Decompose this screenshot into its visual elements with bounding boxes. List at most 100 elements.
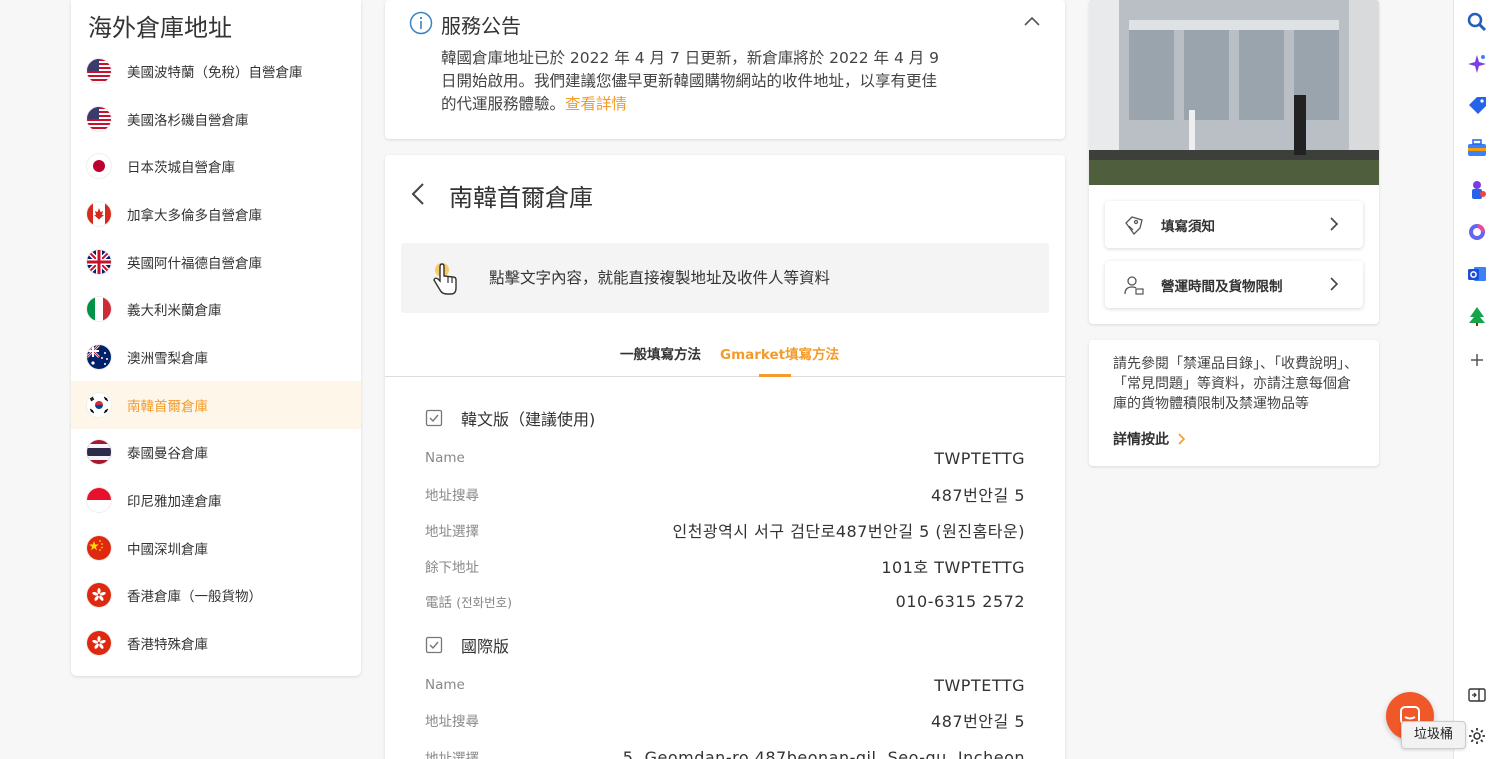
row-value[interactable]: TWPTETTG — [934, 676, 1025, 695]
us-flag-icon — [87, 106, 111, 131]
row-label: 地址搜尋 — [425, 488, 479, 504]
row-value[interactable]: 5, Geomdan-ro 487beonan-gil, Seo-gu, Inc… — [623, 748, 1025, 759]
tab-general-method[interactable]: 一般填寫方法 — [620, 343, 701, 363]
warehouse-title: 南韓首爾倉庫 — [449, 184, 593, 212]
warehouse-photo — [1089, 0, 1379, 185]
australia-flag-icon — [87, 344, 111, 369]
thailand-flag-icon — [87, 440, 111, 465]
address-row-name[interactable]: Name TWPTETTG — [425, 446, 1025, 470]
row-value[interactable]: TWPTETTG — [934, 449, 1025, 468]
tag-icon — [1125, 215, 1143, 235]
back-arrow-icon[interactable] — [407, 181, 429, 207]
fill-method-tabs: 一般填寫方法 Gmarket填寫方法 — [385, 341, 1065, 377]
phone-label-note: (전화번호) — [456, 595, 513, 610]
chevron-right-icon — [1330, 277, 1339, 291]
service-notice: 服務公告 韓國倉庫地址已於 2022 年 4 月 7 日更新，新倉庫將於 202… — [385, 0, 1065, 139]
korea-flag-icon — [87, 392, 111, 417]
intl-row-search[interactable]: 地址搜尋 487번안길 5 — [425, 708, 1025, 732]
tree-icon[interactable] — [1466, 305, 1488, 327]
warehouse-label: 南韓首爾倉庫 — [127, 398, 208, 415]
us-flag-icon — [87, 58, 111, 83]
search-icon[interactable] — [1466, 11, 1488, 33]
row-value[interactable]: 487번안길 5 — [931, 708, 1025, 732]
phone-label: 電話 — [425, 595, 452, 611]
row-value[interactable]: 인천광역시 서구 검단로487번안길 5 (원진홈타운) — [672, 518, 1025, 542]
warehouse-item-au[interactable]: 澳洲雪梨倉庫 — [71, 333, 361, 381]
sidebar-title: 海外倉庫地址 — [88, 14, 232, 42]
warehouse-item-us-la[interactable]: 美國洛杉磯自營倉庫 — [71, 95, 361, 143]
warehouse-label: 泰國曼谷倉庫 — [127, 446, 208, 463]
hours-limits-label: 營運時間及貨物限制 — [1161, 278, 1283, 295]
china-flag-icon — [87, 535, 111, 560]
warehouse-list: 美國波特蘭（免稅）自營倉庫 美國洛杉磯自營倉庫 日本茨城自營倉庫 加拿大多倫多自… — [71, 47, 361, 667]
hongkong-flag-icon — [87, 583, 111, 608]
warehouse-item-jp[interactable]: 日本茨城自營倉庫 — [71, 142, 361, 190]
gear-icon[interactable] — [1466, 725, 1488, 747]
intl-section-title: 國際版 — [461, 637, 510, 656]
row-value[interactable]: 101호 TWPTETTG — [881, 554, 1025, 578]
warehouse-label: 香港倉庫（一般貨物） — [127, 589, 262, 606]
warehouse-item-hk-special[interactable]: 香港特殊倉庫 — [71, 619, 361, 667]
intl-section-header: 國際版 — [425, 633, 509, 657]
warehouse-label: 印尼雅加達倉庫 — [127, 494, 222, 511]
japan-flag-icon — [87, 154, 111, 179]
more-details-link[interactable]: 詳情按此 — [1113, 429, 1189, 449]
office-icon[interactable] — [1466, 221, 1488, 243]
trash-tooltip: 垃圾桶 — [1401, 721, 1467, 749]
reference-note-card: 請先參閱「禁運品目錄」、「收費說明」、「常見問題」等資料，亦請注意每個倉庫的貨物… — [1089, 340, 1379, 466]
address-row-phone[interactable]: 電話 (전화번호) 010-6315 2572 — [425, 589, 1025, 613]
warehouse-label: 澳洲雪梨倉庫 — [127, 350, 208, 367]
row-label: 地址選擇 — [425, 524, 479, 540]
warehouse-item-it[interactable]: 義大利米蘭倉庫 — [71, 285, 361, 333]
warehouse-item-hk-general[interactable]: 香港倉庫（一般貨物） — [71, 572, 361, 620]
checkbox-checked-icon — [425, 409, 443, 427]
hours-limits-button[interactable]: 營運時間及貨物限制 — [1105, 261, 1363, 308]
intl-row-select[interactable]: 地址選擇 5, Geomdan-ro 487beonan-gil, Seo-gu… — [425, 745, 1025, 759]
warehouse-item-us-portland[interactable]: 美國波特蘭（免稅）自營倉庫 — [71, 47, 361, 95]
sidebar-toggle-icon[interactable] — [1466, 684, 1488, 706]
address-row-select[interactable]: 地址選擇 인천광역시 서구 검단로487번안길 5 (원진홈타운) — [425, 518, 1025, 542]
address-row-search[interactable]: 地址搜尋 487번안길 5 — [425, 482, 1025, 506]
row-label: 餘下地址 — [425, 560, 479, 576]
warehouse-item-th[interactable]: 泰國曼谷倉庫 — [71, 429, 361, 477]
warehouse-label: 義大利米蘭倉庫 — [127, 303, 222, 320]
fill-guide-label: 填寫須知 — [1161, 218, 1215, 235]
chevron-up-icon[interactable] — [1021, 10, 1043, 32]
shopping-tag-icon[interactable] — [1466, 95, 1488, 117]
notice-body: 韓國倉庫地址已於 2022 年 4 月 7 日更新，新倉庫將於 2022 年 4… — [441, 47, 941, 116]
checkbox-checked-icon — [425, 636, 443, 654]
korean-section-header: 韓文版（建議使用) — [425, 406, 595, 430]
notice-title: 服務公告 — [441, 14, 521, 38]
tab-gmarket-method[interactable]: Gmarket填寫方法 — [720, 343, 839, 363]
fill-guide-button[interactable]: 填寫須知 — [1105, 201, 1363, 248]
warehouse-label: 日本茨城自營倉庫 — [127, 160, 235, 177]
intl-row-name[interactable]: Name TWPTETTG — [425, 673, 1025, 697]
warehouse-label: 美國波特蘭（免稅）自營倉庫 — [127, 64, 303, 81]
row-label: 地址搜尋 — [425, 714, 479, 730]
add-icon[interactable] — [1466, 349, 1488, 371]
canada-flag-icon — [87, 201, 111, 226]
games-icon[interactable] — [1466, 179, 1488, 201]
warehouse-item-ca[interactable]: 加拿大多倫多自營倉庫 — [71, 190, 361, 238]
chevron-right-icon — [1178, 433, 1186, 445]
warehouse-label: 中國深圳倉庫 — [127, 541, 208, 558]
row-label: 電話 (전화번호) — [425, 591, 512, 611]
pointing-hand-icon — [433, 263, 457, 295]
indonesia-flag-icon — [87, 488, 111, 513]
info-icon — [409, 11, 433, 35]
warehouse-item-kr[interactable]: 南韓首爾倉庫 — [71, 380, 361, 429]
outlook-icon[interactable] — [1466, 263, 1488, 285]
address-row-remaining[interactable]: 餘下地址 101호 TWPTETTG — [425, 554, 1025, 578]
copy-tip-banner: 點擊文字內容，就能直接複製地址及收件人等資料 — [401, 243, 1049, 313]
notice-text: 韓國倉庫地址已於 2022 年 4 月 7 日更新，新倉庫將於 2022 年 4… — [441, 49, 940, 113]
copilot-sparkle-icon[interactable] — [1466, 53, 1488, 75]
copy-tip-text: 點擊文字內容，就能直接複製地址及收件人等資料 — [489, 269, 831, 287]
row-value[interactable]: 487번안길 5 — [931, 482, 1025, 506]
warehouse-item-id[interactable]: 印尼雅加達倉庫 — [71, 476, 361, 524]
warehouse-item-gb[interactable]: 英國阿什福德自營倉庫 — [71, 238, 361, 286]
notice-details-link[interactable]: 查看詳情 — [565, 95, 627, 113]
toolbox-icon[interactable] — [1466, 137, 1488, 159]
hongkong-flag-icon — [87, 631, 111, 656]
warehouse-item-cn[interactable]: 中國深圳倉庫 — [71, 524, 361, 572]
row-value[interactable]: 010-6315 2572 — [896, 592, 1025, 611]
